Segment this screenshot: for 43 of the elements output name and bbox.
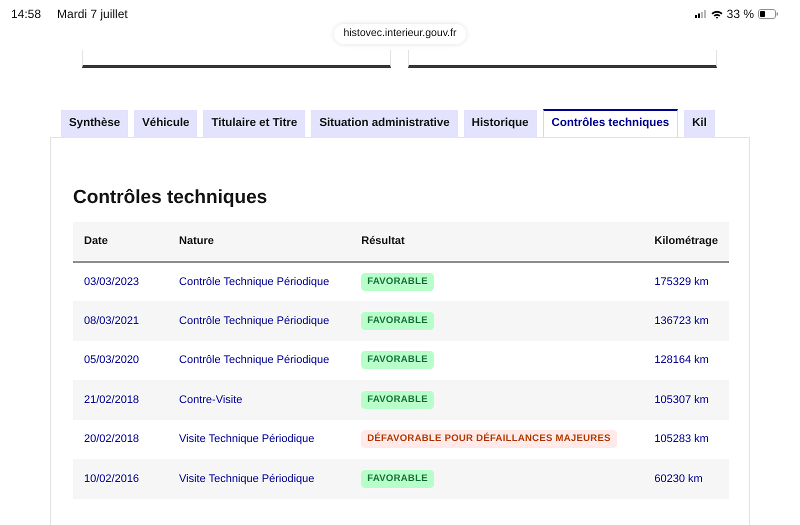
tab[interactable]: Synthèse	[61, 110, 128, 137]
wifi-icon	[710, 10, 723, 18]
table-cell: 60230 km	[643, 459, 729, 499]
tab[interactable]: Contrôles techniques	[542, 108, 678, 137]
section-title: Contrôles techniques	[73, 186, 268, 210]
table-cell: 128164 km	[643, 340, 729, 380]
table-cell: 105283 km	[643, 420, 729, 460]
tab[interactable]: Historique	[464, 110, 537, 137]
status-badge: FAVORABLE	[361, 470, 434, 488]
status-badge: FAVORABLE	[361, 390, 434, 409]
table-cell: Contre-Visite	[168, 380, 350, 420]
table-cell: Contrôle Technique Périodique	[168, 262, 350, 302]
table-cell: 03/03/2023	[73, 262, 168, 302]
status-badge: FAVORABLE	[361, 351, 434, 370]
table-cell: 10/02/2016	[73, 459, 168, 499]
table-cell: 21/02/2018	[73, 380, 168, 420]
battery-percentage: 33 %	[726, 6, 754, 23]
column-header: Résultat	[350, 222, 644, 262]
table-cell: 05/03/2020	[73, 340, 168, 380]
table-cell: 175329 km	[643, 262, 729, 302]
table-cell: Visite Technique Périodique	[168, 459, 350, 499]
table-cell: 20/02/2018	[73, 420, 168, 460]
column-header: Kilométrage	[643, 222, 729, 262]
table-cell: Contrôle Technique Périodique	[168, 340, 350, 380]
table-cell: Contrôle Technique Périodique	[168, 301, 350, 341]
status-date: Mardi 7 juillet	[57, 6, 128, 23]
table-cell: 08/03/2021	[73, 301, 168, 341]
table-cell: Visite Technique Périodique	[168, 420, 350, 460]
table-cell: 105307 km	[643, 380, 729, 420]
tab[interactable]: Véhicule	[134, 110, 198, 137]
tab[interactable]: Situation administrative	[311, 110, 458, 137]
status-badge: DÉFAVORABLE POUR DÉFAILLANCES MAJEURES	[361, 430, 617, 448]
signal-icon	[694, 10, 707, 18]
tab[interactable]: Titulaire et Titre	[203, 110, 306, 137]
column-header: Date	[73, 222, 168, 262]
column-header: Nature	[168, 222, 350, 262]
status-badge: FAVORABLE	[361, 272, 434, 291]
table-cell: 136723 km	[643, 301, 729, 341]
status-time: 14:58	[11, 6, 42, 23]
tab[interactable]: Kil	[684, 110, 715, 137]
battery-icon	[758, 9, 778, 19]
status-badge: FAVORABLE	[361, 312, 434, 330]
address-bar[interactable]: histovec.interieur.gouv.fr	[334, 24, 466, 44]
